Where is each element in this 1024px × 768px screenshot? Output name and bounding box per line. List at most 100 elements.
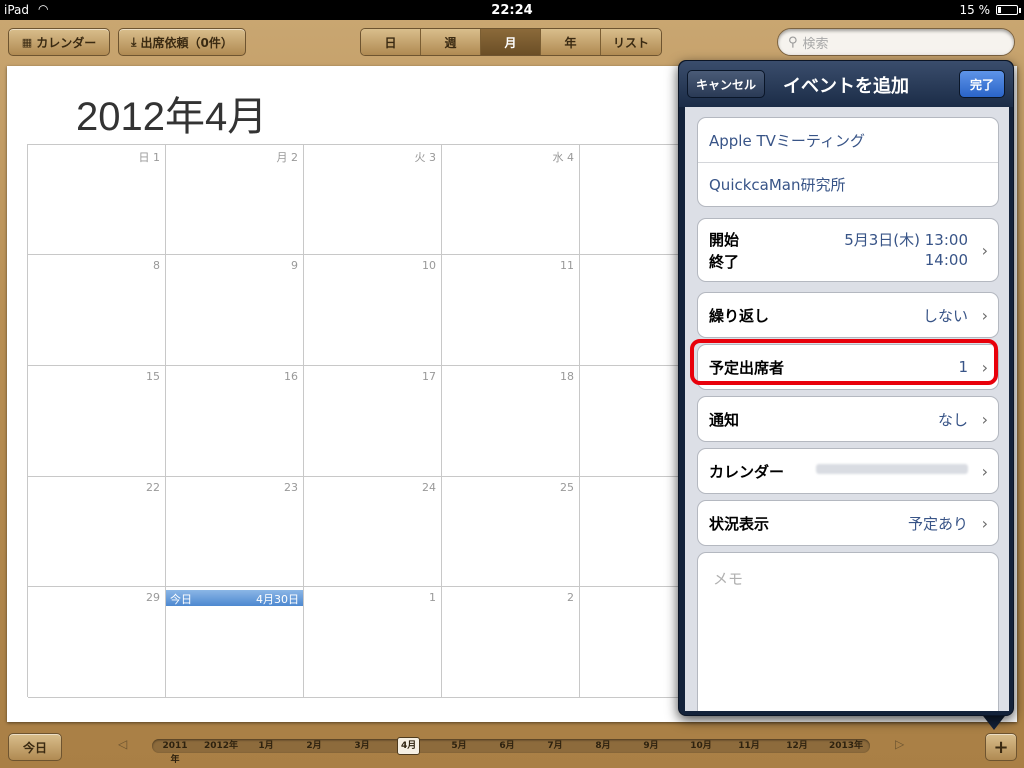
notes-placeholder: メモ (713, 570, 744, 588)
start-value: 5月3日(木) 13:00 (844, 231, 968, 249)
availability-row[interactable]: 状況表示 予定あり › (698, 501, 998, 545)
today-label: 今日 (170, 593, 192, 606)
location-field[interactable]: QuickcaMan研究所 (698, 162, 998, 206)
event-title-value: Apple TVミーティング (709, 131, 865, 150)
day-number: 17 (422, 370, 436, 383)
day-number: 22 (146, 481, 160, 494)
cancel-button[interactable]: キャンセル (687, 70, 765, 98)
clock: 22:24 (491, 3, 533, 18)
status-bar: iPad ◠ 22:24 15 % (0, 0, 1024, 20)
repeat-group: 繰り返し しない › (697, 292, 999, 338)
availability-group: 状況表示 予定あり › (697, 500, 999, 546)
battery-percent: 15 % (959, 3, 991, 17)
day-number: 23 (284, 481, 298, 494)
tab-list[interactable]: リスト (601, 29, 661, 55)
start-end-row[interactable]: 開始 終了 5月3日(木) 13:00 14:00 › (698, 219, 998, 281)
alert-label: 通知 (709, 410, 740, 429)
today-button[interactable]: 今日 (8, 733, 62, 761)
day-cell[interactable]: 25 (442, 477, 580, 587)
tab-week[interactable]: 週 (421, 29, 481, 55)
chevron-right-icon: › (981, 305, 988, 325)
day-cell[interactable]: 29 (28, 587, 166, 698)
add-event-popover: イベントを追加 キャンセル 完了 Apple TVミーティング QuickcaM… (678, 60, 1014, 716)
day-cell[interactable]: 1 (304, 587, 442, 698)
done-button[interactable]: 完了 (959, 70, 1005, 98)
download-icon: ⤓ (131, 34, 137, 49)
day-cell[interactable]: 水 4 (442, 145, 580, 255)
day-cell[interactable]: 2 (442, 587, 580, 698)
timeline-item[interactable]: 7月 (542, 739, 568, 753)
day-cell[interactable]: 16 (166, 366, 304, 477)
done-label: 完了 (969, 77, 994, 92)
day-cell[interactable]: 月 2 (166, 145, 304, 255)
day-cell[interactable]: 10 (304, 255, 442, 366)
day-number: 月 2 (276, 151, 299, 164)
start-label: 開始 (709, 231, 740, 249)
timeline-item[interactable]: 3月 (349, 739, 375, 753)
search-placeholder: 検索 (802, 36, 829, 52)
day-number: 水 4 (552, 151, 575, 164)
day-cell[interactable]: 18 (442, 366, 580, 477)
alert-value: なし (937, 410, 968, 429)
plus-icon: + (993, 736, 1009, 758)
popover-header: イベントを追加 キャンセル 完了 (679, 61, 1013, 107)
availability-value: 予定あり (907, 514, 968, 533)
timeline-item[interactable]: 12月 (782, 739, 812, 753)
repeat-value: しない (922, 306, 968, 325)
day-cell[interactable]: 11 (442, 255, 580, 366)
calendars-button[interactable]: ▦ カレンダー (8, 28, 110, 56)
tab-day[interactable]: 日 (361, 29, 421, 55)
timeline-item[interactable]: 6月 (494, 739, 520, 753)
repeat-row[interactable]: 繰り返し しない › (698, 293, 998, 337)
day-number: 8 (153, 259, 160, 272)
day-cell[interactable]: 24 (304, 477, 442, 587)
timeline-item[interactable]: 2012年 (203, 739, 239, 753)
add-event-button[interactable]: + (985, 733, 1017, 761)
day-cell[interactable]: 23 (166, 477, 304, 587)
ipad-screen: { "status": {"device": "iPad", "time": "… (0, 0, 1024, 768)
inbox-button[interactable]: ⤓ 出席依頼（0件） (118, 28, 246, 56)
day-number: 25 (560, 481, 574, 494)
day-cell[interactable]: 9 (166, 255, 304, 366)
timeline-item[interactable]: 5月 (446, 739, 472, 753)
end-label: 終了 (709, 253, 740, 271)
location-value: QuickcaMan研究所 (709, 176, 846, 194)
timeline-item[interactable]: 10月 (686, 739, 716, 753)
timeline-item[interactable]: 8月 (590, 739, 616, 753)
timeline-item[interactable]: 2011年 (158, 739, 192, 765)
tab-month[interactable]: 月 (481, 29, 541, 55)
timeline-next-icon[interactable]: ▷ (895, 737, 904, 751)
day-number: 1 (429, 591, 436, 604)
inbox-button-label: 出席依頼（0件） (140, 35, 233, 50)
timeline-prev-icon[interactable]: ◁ (118, 737, 127, 751)
day-number: 2 (567, 591, 574, 604)
view-segmented-control: 日 週 月 年 リスト (360, 28, 662, 56)
timeline-item[interactable]: 1月 (253, 739, 279, 753)
search-input[interactable]: ⚲ 検索 (777, 28, 1015, 56)
title-location-group: Apple TVミーティング QuickcaMan研究所 (697, 117, 999, 207)
day-cell[interactable]: 15 (28, 366, 166, 477)
timeline-item[interactable]: 9月 (638, 739, 664, 753)
popover-body: Apple TVミーティング QuickcaMan研究所 開始 終了 5月3日(… (685, 107, 1009, 711)
calendar-label: カレンダー (709, 462, 785, 481)
day-cell[interactable]: 火 3 (304, 145, 442, 255)
event-title-field[interactable]: Apple TVミーティング (698, 118, 998, 162)
end-value: 14:00 (924, 251, 968, 269)
alert-row[interactable]: 通知 なし › (698, 397, 998, 441)
day-number: 火 3 (414, 151, 437, 164)
timeline-item-selected[interactable]: 4月 (397, 737, 421, 755)
day-cell[interactable]: 日 1 (28, 145, 166, 255)
timeline-item[interactable]: 11月 (734, 739, 764, 753)
calendars-button-label: カレンダー (36, 35, 97, 50)
day-cell[interactable]: 8 (28, 255, 166, 366)
calendar-row[interactable]: カレンダー › (698, 449, 998, 493)
notes-field[interactable]: メモ (697, 552, 999, 711)
day-cell[interactable]: 17 (304, 366, 442, 477)
page-title: 2012年4月 (76, 95, 268, 139)
timeline-item[interactable]: 2013年 (828, 739, 864, 753)
day-cell[interactable]: 22 (28, 477, 166, 587)
top-toolbar: ▦ カレンダー ⤓ 出席依頼（0件） 日 週 月 年 リスト ⚲ 検索 (0, 20, 1024, 64)
day-number: 29 (146, 591, 160, 604)
timeline-item[interactable]: 2月 (301, 739, 327, 753)
tab-year[interactable]: 年 (541, 29, 601, 55)
